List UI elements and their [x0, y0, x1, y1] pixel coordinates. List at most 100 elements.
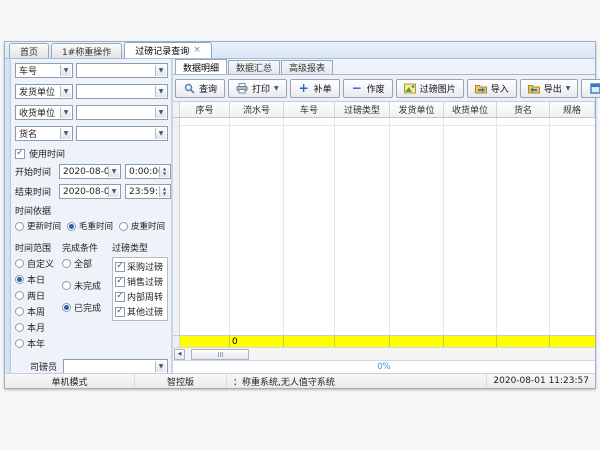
export-icon: [528, 82, 540, 94]
tab-record-query-label: 过磅记录查询: [135, 44, 189, 57]
plus-icon: +: [298, 82, 310, 94]
radio-range-custom[interactable]: 自定义: [15, 257, 62, 270]
filter-field-select-vehicle[interactable]: 车号▼: [15, 63, 73, 78]
finish-condition-label: 完成条件: [62, 241, 112, 254]
grid-rowsel-column: [173, 118, 180, 335]
start-date-picker[interactable]: 2020-08-01 ▼: [59, 164, 121, 179]
data-tab-strip: 数据明细 数据汇总 高级报表: [173, 59, 595, 75]
chevron-down-icon: ▼: [60, 86, 71, 97]
print-button[interactable]: 打印 ▼: [228, 79, 287, 98]
document-tab-strip: 首页 1#称重操作 过磅记录查询 ×: [5, 42, 595, 59]
tab-home[interactable]: 首页: [9, 43, 49, 58]
grid-header-row: 序号 流水号 车号 过磅类型 发货单位 收货单位 货名 规格: [173, 102, 595, 118]
col-header-spec[interactable]: 规格: [550, 102, 595, 117]
close-tab-icon[interactable]: ×: [193, 46, 201, 55]
calendar-dropdown-icon: ▼: [108, 186, 119, 197]
radio-range-today[interactable]: 本日: [15, 273, 62, 286]
radio-tare-time[interactable]: 皮重时间: [119, 220, 165, 232]
filter-value-goods[interactable]: ▼: [76, 126, 168, 141]
status-mode: 单机模式: [5, 374, 135, 388]
grid-body[interactable]: [173, 118, 595, 335]
picture-icon: [404, 82, 416, 94]
main-panel: 数据明细 数据汇总 高级报表 查询 打印 ▼ + 补单: [173, 59, 595, 373]
chevron-down-icon: ▼: [60, 65, 71, 76]
radio-range-month[interactable]: 本月: [15, 321, 62, 334]
filter-value-sender[interactable]: ▼: [76, 84, 168, 99]
chevron-down-icon: ▼: [155, 107, 166, 118]
tab-data-summary[interactable]: 数据汇总: [228, 60, 280, 74]
filter-panel: 车号▼ ▼ 发货单位▼ ▼ 收货单位▼ ▼ 货名▼ ▼ ✓ 使用时间: [11, 59, 173, 373]
weigher-select[interactable]: ▼: [63, 359, 168, 373]
col-header-weigh-type[interactable]: 过磅类型: [335, 102, 390, 117]
filter-value-receiver[interactable]: ▼: [76, 105, 168, 120]
radio-gross-time[interactable]: 毛重时间: [67, 220, 113, 232]
status-edition: 智控版: [135, 374, 227, 388]
checkbox-other-weigh[interactable]: ✓其他过磅: [115, 305, 165, 318]
scroll-left-icon[interactable]: ◀: [174, 349, 185, 360]
end-time-spinner[interactable]: 23:59:59 ▲▼: [125, 184, 171, 199]
tab-advanced-report[interactable]: 高级报表: [281, 60, 333, 74]
col-header-serial[interactable]: 流水号: [230, 102, 284, 117]
filter-field-select-sender[interactable]: 发货单位▼: [15, 84, 73, 99]
tab-data-detail[interactable]: 数据明细: [175, 59, 227, 74]
printer-icon: [236, 82, 248, 94]
radio-range-week[interactable]: 本周: [15, 305, 62, 318]
radio-finish-complete[interactable]: 已完成: [62, 301, 112, 314]
new-row-line: [173, 125, 595, 126]
col-header-receiver[interactable]: 收货单位: [444, 102, 497, 117]
chevron-down-icon: ▼: [155, 86, 166, 97]
scrollbar-thumb[interactable]: [191, 349, 249, 360]
checkbox-internal-transfer[interactable]: ✓内部周转: [115, 290, 165, 303]
total-count-cell: 0: [230, 336, 284, 347]
end-time-label: 结束时间: [15, 185, 59, 198]
row-selector-header: [173, 102, 180, 117]
progress-percent: 0%: [377, 362, 391, 372]
tab-record-query[interactable]: 过磅记录查询 ×: [124, 42, 212, 58]
query-button[interactable]: 查询: [175, 79, 225, 98]
radio-finish-incomplete[interactable]: 未完成: [62, 279, 112, 292]
radio-update-time[interactable]: 更新时间: [15, 220, 61, 232]
weigh-type-label: 过磅类型: [112, 241, 168, 254]
chevron-down-icon: ▼: [60, 128, 71, 139]
radio-range-year[interactable]: 本年: [15, 337, 62, 350]
settings-button[interactable]: 设置: [581, 79, 600, 98]
checkbox-sales-weigh[interactable]: ✓销售过磅: [115, 275, 165, 288]
end-date-picker[interactable]: 2020-08-01 ▼: [59, 184, 121, 199]
export-button[interactable]: 导出 ▼: [520, 79, 579, 98]
checkbox-purchase-weigh[interactable]: ✓采购过磅: [115, 260, 165, 273]
weigh-photo-button[interactable]: 过磅图片: [396, 79, 464, 98]
radio-finish-all[interactable]: 全部: [62, 257, 112, 270]
chevron-down-icon: ▼: [155, 361, 166, 372]
tab-weigh-operation[interactable]: 1#称重操作: [51, 43, 122, 58]
status-bar: 单机模式 智控版 ：称重系统,无人值守系统 2020-08-01 11:23:5…: [5, 373, 595, 388]
spinner-arrows-icon[interactable]: ▲▼: [159, 186, 169, 197]
spinner-arrows-icon[interactable]: ▲▼: [159, 166, 169, 177]
chevron-down-icon: ▼: [566, 85, 571, 92]
calendar-dropdown-icon: ▼: [108, 166, 119, 177]
search-icon: [183, 82, 195, 94]
radio-range-two-days[interactable]: 两日: [15, 289, 62, 302]
col-header-goods[interactable]: 货名: [497, 102, 550, 117]
filter-value-vehicle[interactable]: ▼: [76, 63, 168, 78]
settings-icon: [589, 82, 600, 94]
start-time-spinner[interactable]: 0:00:00 ▲▼: [125, 164, 171, 179]
col-header-vehicle[interactable]: 车号: [284, 102, 335, 117]
col-header-sender[interactable]: 发货单位: [390, 102, 444, 117]
chevron-down-icon: ▼: [155, 65, 166, 76]
supplement-order-button[interactable]: + 补单: [290, 79, 340, 98]
void-order-button[interactable]: − 作废: [343, 79, 393, 98]
grid-total-row: 0: [173, 335, 595, 347]
app-window: 首页 1#称重操作 过磅记录查询 × 车号▼ ▼ 发货单位▼ ▼ 收货单位▼: [4, 41, 596, 389]
chevron-down-icon: ▼: [60, 107, 71, 118]
status-datetime: 2020-08-01 11:23:57: [487, 374, 595, 388]
col-header-seq[interactable]: 序号: [180, 102, 230, 117]
time-range-label: 时间范围: [15, 241, 62, 254]
import-button[interactable]: 导入: [467, 79, 517, 98]
toolbar: 查询 打印 ▼ + 补单 − 作废 过磅图片: [173, 75, 595, 101]
time-basis-label: 时间依据: [15, 204, 168, 217]
filter-field-select-goods[interactable]: 货名▼: [15, 126, 73, 141]
horizontal-scrollbar[interactable]: ◀: [173, 347, 595, 360]
start-time-label: 开始时间: [15, 165, 59, 178]
filter-field-select-receiver[interactable]: 收货单位▼: [15, 105, 73, 120]
use-time-checkbox[interactable]: ✓: [15, 149, 25, 159]
